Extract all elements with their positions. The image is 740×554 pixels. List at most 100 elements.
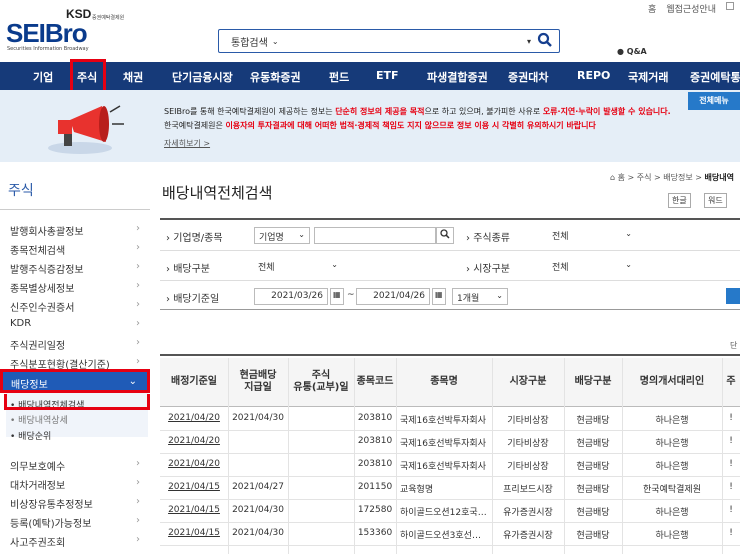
nav-etf[interactable]: ETF (376, 69, 399, 82)
all-menu-button[interactable]: 전체메뉴 (688, 92, 740, 110)
table-cell: ! (729, 482, 733, 492)
integrated-search-bar[interactable]: 통합검색 ⌄ ▾ (218, 29, 560, 53)
sidebar-item[interactable]: 신주인수권증서 › (10, 299, 150, 314)
sidebar-item[interactable]: 사고주권조회 › (10, 534, 150, 549)
table-header-border (160, 406, 740, 407)
top-utility: 홈 웹접근성안내 (648, 2, 734, 15)
table-cell: 하나은행 (655, 416, 689, 426)
company-search-input[interactable] (314, 227, 436, 244)
nav-abs[interactable]: 유동화증권 (250, 69, 301, 85)
table-cell: 하나은행 (655, 439, 689, 449)
col-divider (622, 358, 623, 554)
sidebar-item[interactable]: 대차거래정보 › (10, 477, 150, 492)
home-link[interactable]: 홈 (648, 2, 656, 15)
site-info-link[interactable]: 웹접근성안내 (666, 2, 716, 15)
table-cell: 153360 (357, 528, 393, 538)
search-scope-select[interactable]: 통합검색 (219, 34, 268, 49)
sidebar-sub-item[interactable]: • 배당순위 (10, 429, 51, 442)
seibro-logo[interactable]: KSD 증권예탁결제원 SEIBro Securities Informatio… (6, 4, 156, 52)
record-date-link[interactable]: 2021/04/15 (160, 505, 228, 515)
table-cell: 기타비상장 (507, 439, 549, 449)
sidebar-item[interactable]: 발행주식증감정보 › (10, 261, 150, 276)
date-separator: ~ (347, 290, 355, 300)
stock-nav-highlight (70, 59, 106, 93)
word-download-button[interactable]: 워드 (704, 193, 727, 208)
sidebar-divider (0, 209, 150, 210)
sidebar-item[interactable]: 등록(예탁)가능정보 › (10, 515, 150, 530)
sidebar-sub-item[interactable]: • 배당내역상세 (10, 413, 68, 426)
util-box-icon (726, 2, 734, 10)
stock-type-select[interactable]: 전체 ⌄ (548, 227, 636, 244)
col-header: 배당구분 (564, 358, 622, 406)
megaphone-icon (48, 105, 124, 154)
market-label: › 시장구분 (466, 264, 510, 275)
notice-line-1: SEIBro를 통해 한국예탁결제원이 제공하는 정보는 단순히 정보의 제공을… (164, 107, 671, 116)
table-cell: 203810 (357, 413, 393, 423)
company-search-icon[interactable] (436, 227, 454, 244)
nav-repo[interactable]: REPO (577, 69, 610, 82)
sidebar-item[interactable]: 의무보호예수 › (10, 458, 150, 473)
table-cell: 현금배당 (576, 416, 610, 426)
company-label: › 기업명/종목 (166, 233, 223, 244)
table-cell: 하이골드오션3호선… (400, 531, 481, 541)
search-dropdown-icon[interactable]: ▾ (527, 37, 531, 46)
col-header: 종목코드 (354, 358, 396, 406)
table-cell: 한국예탁결제원 (643, 485, 701, 495)
date-to-input[interactable]: 2021/04/26 (356, 288, 430, 305)
col-header: 배정기준일 (160, 358, 228, 406)
table-cell: 국제16호선박투자회사 (400, 416, 486, 426)
sidebar-item[interactable]: KDR › (10, 318, 150, 329)
table-cell: 교육형명 (400, 485, 434, 495)
calendar-icon[interactable]: ▦ (432, 288, 446, 305)
sidebar-item-dividend-info[interactable]: 배당정보 ⌄ (0, 369, 150, 393)
table-cell: 현금배당 (576, 439, 610, 449)
table-cell: 2021/04/30 (232, 413, 284, 423)
sidebar-item[interactable]: 비상장유통추정정보 › (10, 496, 150, 511)
record-date-link[interactable]: 2021/04/15 (160, 528, 228, 538)
nav-bond[interactable]: 채권 (123, 69, 143, 85)
col-header: 주식 유통(교부)일 (288, 358, 354, 406)
sidebar-item[interactable]: 종목전체검색 › (10, 242, 150, 257)
col-header: 명의개서대리인 (622, 358, 722, 406)
calendar-icon[interactable]: ▦ (330, 288, 344, 305)
brand-name: SEIBro (6, 18, 88, 48)
nav-lending[interactable]: 증권대차 (508, 69, 548, 85)
nav-company[interactable]: 기업 (33, 69, 53, 85)
market-select[interactable]: 전체 ⌄ (548, 258, 636, 275)
notice-more-link[interactable]: 자세히보기 > (164, 138, 210, 149)
nav-fund[interactable]: 펀드 (329, 69, 349, 85)
qa-link[interactable]: ● Q&A (617, 47, 647, 56)
table-cell: 하나은행 (655, 508, 689, 518)
brand-sub: Securities Information Broadway (7, 46, 89, 52)
date-from-input[interactable]: 2021/03/26 (254, 288, 328, 305)
nav-money-market[interactable]: 단기금융시장 (172, 69, 233, 85)
record-date-link[interactable]: 2021/04/20 (160, 413, 228, 423)
home-icon[interactable]: ⌂ (610, 173, 615, 182)
record-date-link[interactable]: 2021/04/20 (160, 436, 228, 446)
nav-dls[interactable]: 파생결합증권 (427, 69, 488, 85)
breadcrumb: ⌂ 홈 > 주식 > 배당정보 > 배당내역 (609, 173, 734, 182)
nav-deposit[interactable]: 증권예탁통 (690, 69, 740, 85)
hangul-download-button[interactable]: 한글 (668, 193, 691, 208)
company-type-select[interactable]: 기업명 ⌄ (254, 227, 310, 244)
row-divider (160, 499, 740, 500)
page-title: 배당내역전체검색 (162, 184, 273, 202)
record-date-link[interactable]: 2021/04/20 (160, 459, 228, 469)
row-divider (160, 453, 740, 454)
col-divider (722, 358, 723, 554)
table-cell: 현금배당 (576, 508, 610, 518)
form-divider (160, 280, 740, 281)
nav-intl[interactable]: 국제거래 (628, 69, 668, 85)
sidebar-item[interactable]: 주식권리일정 › (10, 337, 150, 352)
table-cell: ! (729, 436, 733, 446)
search-icon[interactable] (537, 32, 553, 52)
table-cell: 현금배당 (576, 531, 610, 541)
sidebar-item[interactable]: 종목별상세정보 › (10, 280, 150, 295)
stock-type-label: › 주식종류 (466, 233, 510, 244)
record-date-link[interactable]: 2021/04/15 (160, 482, 228, 492)
form-divider (160, 250, 740, 251)
period-select[interactable]: 1개월 ⌄ (452, 288, 508, 305)
dividend-type-select[interactable]: 전체 ⌄ (254, 258, 342, 275)
search-button[interactable] (726, 288, 740, 304)
sidebar-item[interactable]: 발행회사총괄정보 › (10, 223, 150, 238)
